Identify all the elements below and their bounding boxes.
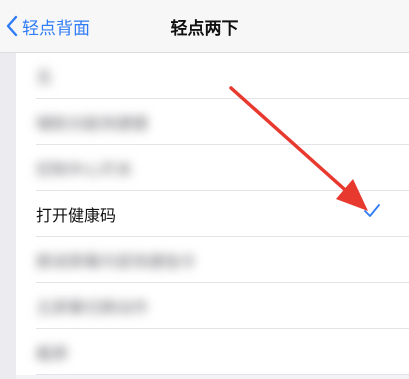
list-item[interactable]: 辅助功能快捷键 [16,99,409,145]
list-item-open-health-code[interactable]: 打开健康码 [16,191,409,237]
list-item-label: 打开健康码 [36,206,117,225]
list-item-label: 辅助功能快捷键 [36,114,149,133]
page-title: 轻点两下 [170,19,239,39]
list-item[interactable]: 控制中心开关 [16,145,409,191]
left-gutter [0,53,16,379]
checkmark-icon [364,204,380,217]
list-item-label: 无 [36,68,53,87]
list-item[interactable]: 朗读屏幕内容快捷指令 [16,237,409,283]
list-item-label: 朗读屏幕内容快捷指令 [36,252,197,271]
list-item[interactable]: 截屏 [16,329,409,375]
action-list: 无 辅助功能快捷键 控制中心开关 打开健康码 朗读屏幕内容快捷指令 主屏幕切换动… [16,53,409,375]
list-item-label: 主屏幕切换动作 [36,298,149,317]
list-item-label: 截屏 [36,344,69,363]
list-item[interactable]: 主屏幕切换动作 [16,283,409,329]
list-item[interactable]: 无 [16,53,409,99]
list-item-label: 控制中心开关 [36,160,133,179]
navigation-bar: 轻点背面 轻点两下 [0,0,409,53]
